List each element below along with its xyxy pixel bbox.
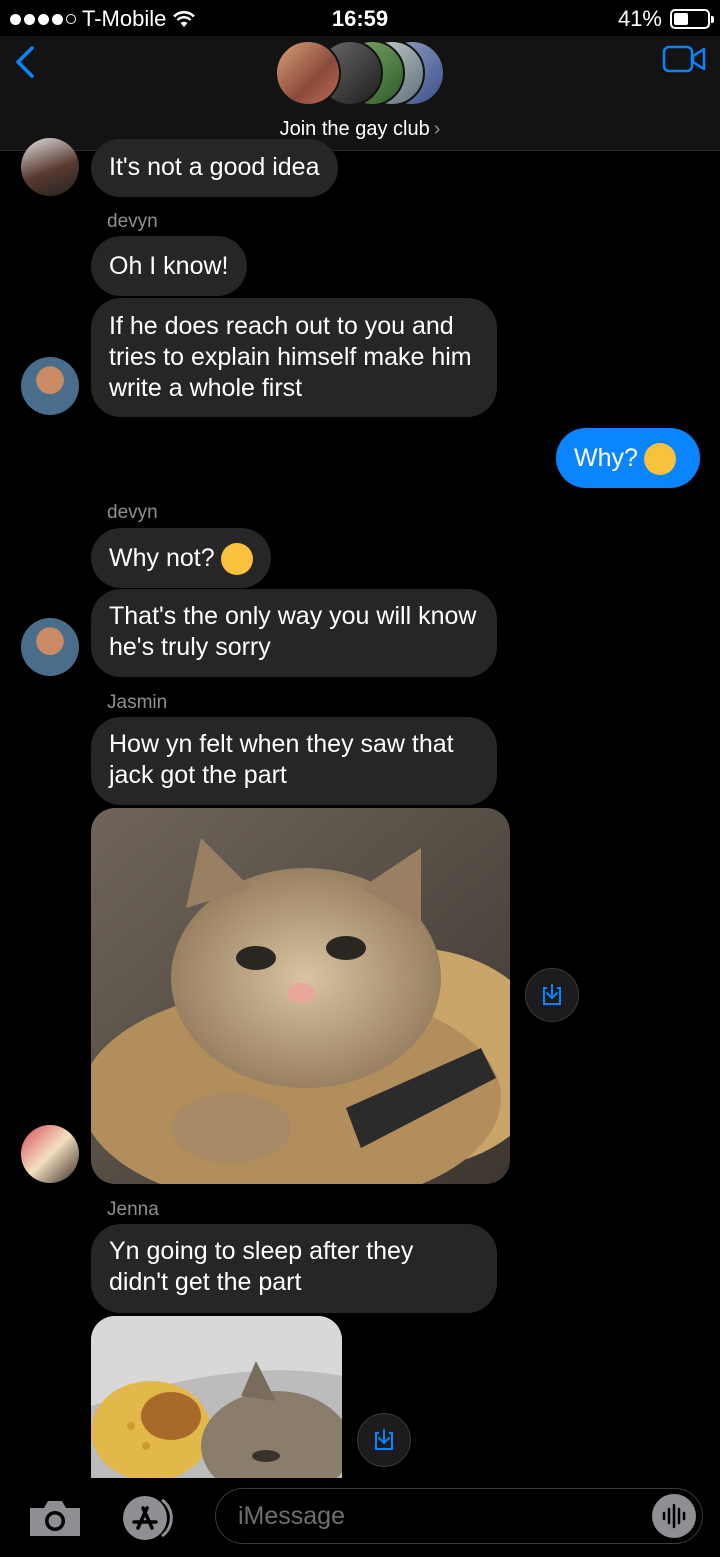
group-avatars[interactable] [275,40,445,110]
group-name[interactable]: Join the gay club › [0,118,720,141]
sender-name: devyn [107,211,158,232]
crying-face-emoji-icon [643,443,676,476]
message-bubble[interactable]: How yn felt when they saw that jack got … [91,717,497,805]
save-image-button[interactable] [525,968,579,1022]
battery-icon [670,9,714,29]
app-store-icon[interactable] [118,1494,182,1542]
avatar[interactable] [21,138,79,196]
message-bubble[interactable]: That's the only way you will know he's t… [91,589,497,677]
group-name-label: Join the gay club [279,118,430,140]
compose-bar: iMessage [0,1478,720,1557]
clock: 16:59 [331,6,389,31]
message-text: Why? [574,444,638,472]
image-attachment[interactable] [91,1316,342,1478]
message-text: Oh I know! [109,252,229,280]
message-bubble[interactable]: It's not a good idea [91,139,338,197]
battery-group: 41% [617,6,714,32]
avatar[interactable] [21,357,79,415]
message-text: Yn going to sleep after they didn't get … [109,1237,414,1296]
video-camera-icon[interactable] [662,44,706,74]
message-input-placeholder: iMessage [238,1502,345,1530]
sender-name: Jasmin [107,692,168,713]
message-text: Why not? [109,544,215,572]
message-text: How yn felt when they saw that jack got … [109,730,454,789]
message-text: It's not a good idea [109,153,320,181]
message-bubble-outgoing[interactable]: Why? [556,428,700,488]
message-input[interactable]: iMessage [215,1488,703,1544]
image-attachment[interactable] [91,808,510,1184]
message-text: That's the only way you will know he's t… [109,602,477,661]
message-bubble[interactable]: Why not? [91,528,271,588]
message-bubble[interactable]: Yn going to sleep after they didn't get … [91,1224,497,1313]
sender-name: Jenna [107,1199,159,1220]
conversation-header: Join the gay club › [0,36,720,151]
avatar [275,40,341,106]
smiling-face-emoji-icon [220,543,253,576]
camera-icon[interactable] [26,1496,84,1540]
chevron-left-icon[interactable] [10,42,40,82]
message-bubble[interactable]: If he does reach out to you and tries to… [91,298,497,417]
sleeping-cat-image [91,1316,342,1478]
save-image-button[interactable] [357,1413,411,1467]
message-bubble[interactable]: Oh I know! [91,236,247,296]
audio-waveform-icon[interactable] [652,1494,696,1538]
battery-percent: 41% [617,6,662,31]
avatar[interactable] [21,618,79,676]
status-bar: T-Mobile 16:59 41% [0,0,720,36]
sender-name: devyn [107,502,158,523]
chevron-right-icon: › [433,118,441,140]
crying-cat-image [91,808,510,1184]
download-icon [375,1429,393,1450]
message-text: If he does reach out to you and tries to… [109,312,472,402]
avatar[interactable] [21,1125,79,1183]
download-icon [543,984,561,1005]
